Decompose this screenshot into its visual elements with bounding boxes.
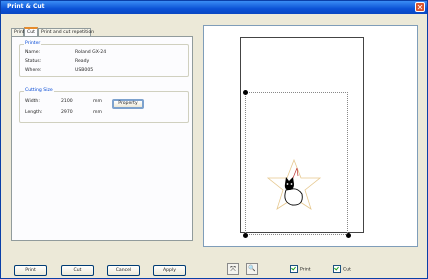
close-button[interactable]: ✕ [415,2,425,12]
length-value: 2970 [61,110,73,115]
window-title: Print & Cut [7,3,45,10]
width-label: Width: [25,99,40,104]
printer-status-value: Ready [75,59,90,64]
length-label: Length: [25,110,43,115]
zoom-icon[interactable]: 🔍 [246,263,258,275]
fit-page-icon[interactable]: ⤧ [227,263,239,275]
print-option[interactable]: Print [290,265,311,274]
crop-mark-bottom-left[interactable] [243,233,248,238]
length-unit: mm [93,110,102,115]
cutting-size-group-label: Cutting Size [24,88,54,93]
cut-button[interactable]: Cut [61,265,94,276]
crop-mark-bottom-right[interactable] [346,233,351,238]
print-button[interactable]: Print [14,265,47,276]
cancel-button[interactable]: Cancel [107,265,140,276]
cut-option-label: Cut [343,267,351,273]
print-and-cut-dialog: Print & Cut ✕ Print Cut Print and cut re… [0,0,428,279]
print-option-label: Print [300,267,311,273]
width-unit: mm [93,99,102,104]
tab-print-and-cut-repetition[interactable]: Print and cut repetition [38,28,94,36]
printer-group: Printer Name: Roland GX-24 Status: Ready… [19,41,189,77]
cut-option[interactable]: Cut [333,265,351,274]
property-button[interactable]: Property [112,99,144,109]
print-checkbox[interactable] [290,265,298,273]
cut-checkbox[interactable] [333,265,341,273]
width-value: 2100 [61,99,73,104]
printer-name-value: Roland GX-24 [75,50,107,55]
crop-mark-top-left[interactable] [243,90,248,95]
apply-button[interactable]: Apply [153,265,186,276]
cut-tab-panel: Printer Name: Roland GX-24 Status: Ready… [11,36,193,241]
printer-group-label: Printer [24,41,42,46]
printer-where-value: USB005 [75,68,94,73]
printer-status-label: Status: [25,59,42,64]
cutting-size-group: Cutting Size Width: 2100 mm Length: 2970… [19,88,189,123]
cat-star-artwork[interactable] [264,156,324,216]
tab-print[interactable]: Print [11,28,25,36]
preview-canvas[interactable] [203,25,418,247]
printer-where-label: Where: [25,68,42,73]
title-bar[interactable]: Print & Cut ✕ [1,1,427,14]
printer-name-label: Name: [25,50,41,55]
